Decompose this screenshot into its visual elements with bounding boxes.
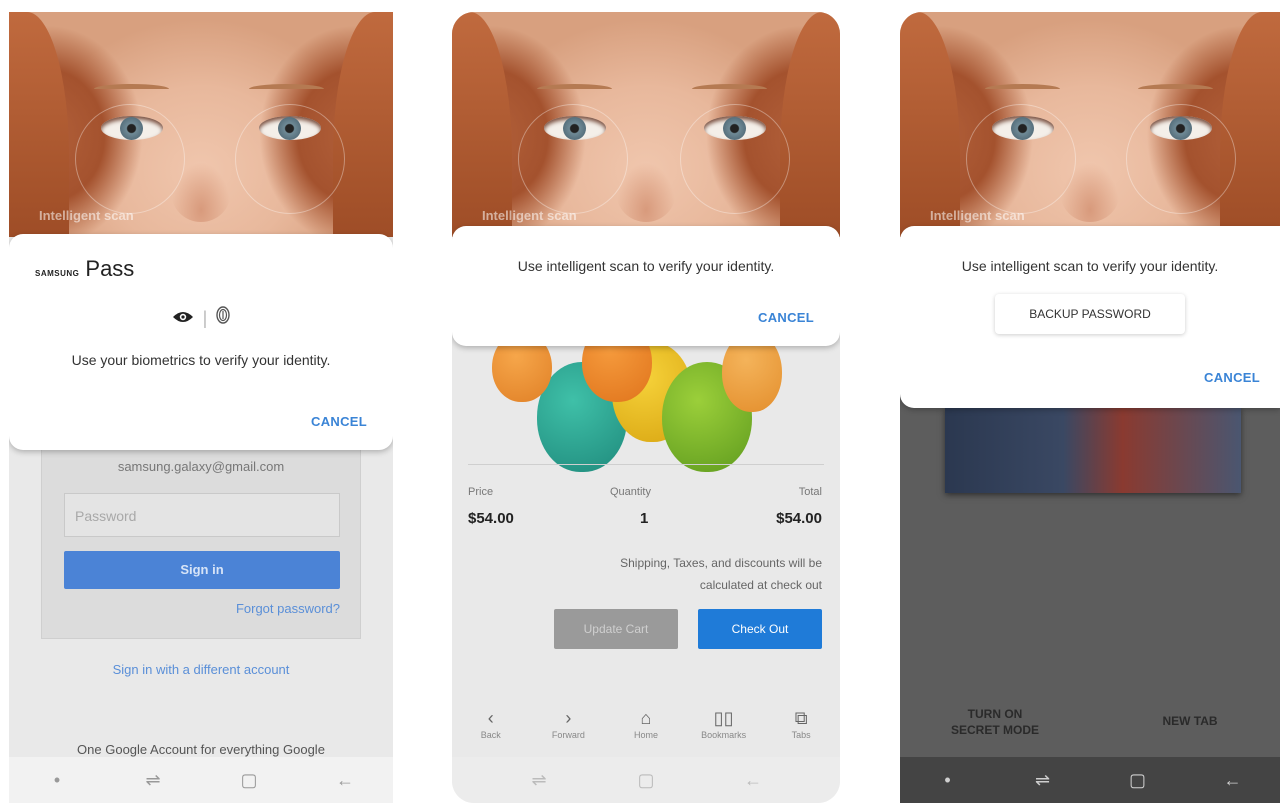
home-icon: ⌂ (640, 708, 652, 728)
phone-shopping-cart: Intelligent scan Use intelligent scan to… (452, 12, 840, 803)
intelligent-scan-dialog: Use intelligent scan to verify your iden… (452, 226, 840, 346)
sign-in-button[interactable]: Sign in (64, 551, 340, 589)
samsung-pass-dialog: SAMSUNG Pass | Use your biometrics to ve… (9, 234, 393, 450)
home-square-icon[interactable]: ▢ (1118, 770, 1158, 791)
balloons-product-image (452, 342, 840, 472)
forgot-password-link[interactable]: Forgot password? (236, 601, 340, 616)
tabs-icon: ⧉ (794, 708, 808, 728)
different-account-link[interactable]: Sign in with a different account (9, 662, 393, 677)
total-value: $54.00 (776, 510, 822, 527)
recents-icon[interactable]: ⇌ (133, 770, 173, 791)
toolbar-back[interactable]: ‹ Back (461, 708, 521, 740)
fingerprint-icon (216, 306, 231, 328)
eye-icon (172, 308, 199, 328)
phone-samsung-pass: Intelligent scan SAMSUNG Pass | Use your… (9, 12, 393, 803)
forward-icon: › (565, 708, 572, 728)
toolbar-home[interactable]: ⌂ Home (616, 708, 676, 740)
verify-message: Use your biometrics to verify your ident… (71, 352, 331, 368)
total-header: Total (798, 486, 822, 498)
home-square-icon[interactable]: ▢ (229, 770, 269, 791)
system-navbar: • ⇌ ▢ ← (900, 757, 1280, 803)
backup-password-button[interactable]: BACKUP PASSWORD (995, 294, 1185, 334)
price-header: Price (468, 486, 494, 498)
face-scan-image: Intelligent scan (900, 12, 1280, 237)
system-navbar: • ⇌ ▢ ← (9, 757, 393, 803)
cancel-button[interactable]: CANCEL (1204, 370, 1260, 385)
turn-on-secret-mode-button[interactable]: TURN ON SECRET MODE (940, 706, 1050, 738)
shipping-note: Shipping, Taxes, and discounts will be c… (620, 556, 822, 592)
toolbar-forward[interactable]: › Forward (538, 708, 598, 740)
system-navbar: ⇌ ▢ ← (452, 757, 840, 803)
back-arrow-icon[interactable]: ← (1213, 770, 1253, 791)
backup-password-dialog: Use intelligent scan to verify your iden… (900, 226, 1280, 408)
watermark: Intelligent scan (39, 208, 134, 223)
account-email: samsung.galaxy@gmail.com (117, 459, 285, 474)
face-scan-image: Intelligent scan (9, 12, 393, 237)
face-scan-image: Intelligent scan (452, 12, 840, 237)
quantity-header: Quantity (610, 486, 651, 498)
verify-message: Use intelligent scan to verify your iden… (961, 258, 1219, 274)
password-input[interactable]: Password (64, 493, 340, 537)
back-arrow-icon[interactable]: ← (733, 770, 773, 791)
cancel-button[interactable]: CANCEL (311, 414, 367, 429)
browser-toolbar: ‹ Back › Forward ⌂ Home ▯▯ Bookmarks ⧉ T… (452, 700, 840, 756)
dot-icon[interactable]: • (37, 770, 77, 791)
recents-icon[interactable]: ⇌ (1023, 770, 1063, 791)
samsung-pass-logo: SAMSUNG Pass (35, 256, 135, 281)
home-square-icon[interactable]: ▢ (626, 770, 666, 791)
back-icon: ‹ (487, 708, 494, 728)
phone-backup-password: Intelligent scan Use intelligent scan to… (900, 12, 1280, 803)
dot-icon[interactable]: • (928, 770, 968, 791)
recents-icon[interactable]: ⇌ (519, 770, 559, 791)
back-arrow-icon[interactable]: ← (325, 770, 365, 791)
google-signin-card: samsung.galaxy@gmail.com Password Sign i… (41, 444, 361, 639)
watermark: Intelligent scan (930, 208, 1025, 223)
update-cart-button[interactable]: Update Cart (554, 609, 678, 649)
toolbar-bookmarks[interactable]: ▯▯ Bookmarks (694, 708, 754, 740)
new-tab-button[interactable]: NEW TAB (1140, 714, 1240, 728)
watermark: Intelligent scan (482, 208, 577, 223)
toolbar-tabs[interactable]: ⧉ Tabs (771, 708, 831, 740)
verify-message: Use intelligent scan to verify your iden… (517, 258, 775, 274)
bookmarks-icon: ▯▯ (713, 708, 734, 728)
cancel-button[interactable]: CANCEL (758, 310, 814, 325)
price-value: $54.00 (468, 510, 514, 527)
quantity-value[interactable]: 1 (640, 510, 648, 527)
video-thumbnail[interactable] (945, 407, 1241, 493)
google-footer-text: One Google Account for everything Google (77, 742, 325, 757)
check-out-button[interactable]: Check Out (698, 609, 822, 649)
